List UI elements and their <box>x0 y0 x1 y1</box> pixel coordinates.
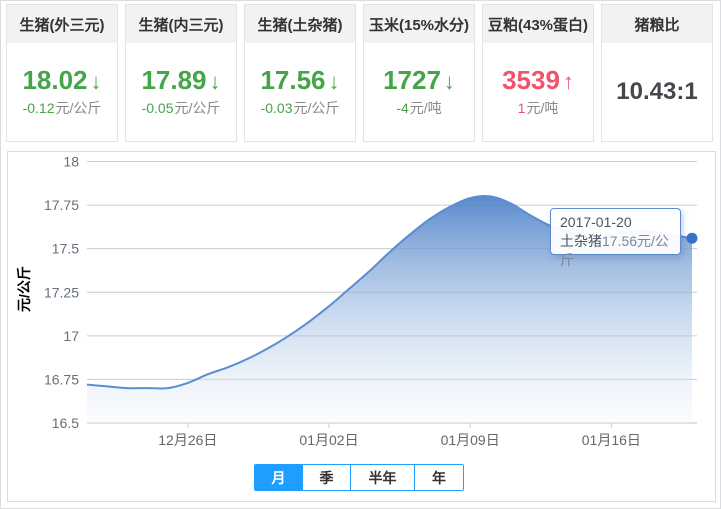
card-change: -0.03元/公斤 <box>261 98 340 118</box>
card-change-unit: 元/公斤 <box>175 100 221 116</box>
card-change-number: -0.12 <box>23 100 55 116</box>
x-tick-label: 01月16日 <box>582 432 641 448</box>
card-value-number: 18.02 <box>22 65 87 95</box>
x-tick-label: 01月09日 <box>441 432 500 448</box>
card-value-number: 17.89 <box>141 65 206 95</box>
card-change: -0.05元/公斤 <box>142 98 221 118</box>
card-change-number: 1 <box>518 100 526 116</box>
tab-month[interactable]: 月 <box>255 465 303 490</box>
y-tick-label: 17.75 <box>44 197 79 213</box>
period-tab-group: 月季半年年 <box>254 464 464 491</box>
card-title: 豆粕(43%蛋白) <box>483 5 593 43</box>
page: 生猪(外三元)18.02↓-0.12元/公斤生猪(内三元)17.89↓-0.05… <box>0 0 721 509</box>
tooltip-value-line: 土杂猪17.56元/公斤 <box>560 232 671 270</box>
card-body: 18.02↓ -0.12元/公斤 <box>7 43 117 141</box>
card-value: 17.89↓ <box>141 66 220 95</box>
card-value-number: 3539 <box>502 65 560 95</box>
x-tick-label: 01月02日 <box>299 432 358 448</box>
card-pig-grain-ratio[interactable]: 猪粮比 10.43:1 <box>601 4 713 142</box>
tab-quarter[interactable]: 季 <box>303 465 351 490</box>
card-change: -4元/吨 <box>396 98 441 118</box>
y-tick-label: 17.5 <box>52 241 79 257</box>
y-tick-label: 16.5 <box>52 415 79 431</box>
card-change: -0.12元/公斤 <box>23 98 102 118</box>
card-value: 1727↓ <box>383 66 455 95</box>
card-change-number: -4 <box>396 100 408 116</box>
card-corn[interactable]: 玉米(15%水分)1727↓-4元/吨 <box>363 4 475 142</box>
card-title: 猪粮比 <box>602 5 712 43</box>
y-tick-label: 17 <box>63 328 79 344</box>
card-body: 3539↑1元/吨 <box>483 43 593 141</box>
price-cards-row: 生猪(外三元)18.02↓-0.12元/公斤生猪(内三元)17.89↓-0.05… <box>6 4 717 142</box>
y-tick-label: 16.75 <box>44 371 79 387</box>
card-title: 生猪(内三元) <box>126 5 236 43</box>
card-value: 10.43:1 <box>616 79 697 105</box>
y-axis-title: 元/公斤 <box>14 292 34 312</box>
price-area-chart[interactable]: 16.5 16.75 17 17.25 17.5 17.75 18 12月26日 01月02日 0… <box>8 152 715 501</box>
tab-year[interactable]: 年 <box>415 465 463 490</box>
card-change-unit: 元/公斤 <box>56 100 102 116</box>
card-body: 17.56↓ -0.03元/公斤 <box>245 43 355 141</box>
card-title: 生猪(土杂猪) <box>245 5 355 43</box>
y-tick-label: 18 <box>63 154 79 170</box>
tooltip-date: 2017-01-20 <box>560 213 671 232</box>
data-point-dot[interactable] <box>687 233 698 244</box>
card-pig-tu-za-zhu[interactable]: 生猪(土杂猪) 17.56↓ -0.03元/公斤 <box>244 4 356 142</box>
card-body: 17.89↓ -0.05元/公斤 <box>126 43 236 141</box>
chart-tooltip: 2017-01-20 土杂猪17.56元/公斤 <box>550 208 681 255</box>
card-pig-wai-san-yuan[interactable]: 生猪(外三元) 18.02↓ -0.12元/公斤 <box>6 4 118 142</box>
chart-panel: 16.5 16.75 17 17.25 17.5 17.75 18 12月26日 01月02日 0… <box>7 151 716 502</box>
card-change-unit: 元/公斤 <box>294 100 340 116</box>
card-value-number: 10.43:1 <box>616 78 697 105</box>
card-value: 18.02↓ <box>22 66 101 95</box>
tab-half-year[interactable]: 半年 <box>351 465 415 490</box>
card-change-number: -0.03 <box>261 100 293 116</box>
arrow-down-icon: ↓ <box>210 69 221 94</box>
arrow-up-icon: ↑ <box>563 69 574 94</box>
card-value-number: 1727 <box>383 65 441 95</box>
card-pig-nei-san-yuan[interactable]: 生猪(内三元) 17.89↓ -0.05元/公斤 <box>125 4 237 142</box>
card-soybean-meal[interactable]: 豆粕(43%蛋白)3539↑1元/吨 <box>482 4 594 142</box>
card-body: 10.43:1 <box>602 43 712 141</box>
card-body: 1727↓-4元/吨 <box>364 43 474 141</box>
arrow-down-icon: ↓ <box>444 69 455 94</box>
card-change-number: -0.05 <box>142 100 174 116</box>
card-value: 3539↑ <box>502 66 574 95</box>
card-value-number: 17.56 <box>260 65 325 95</box>
card-title: 生猪(外三元) <box>7 5 117 43</box>
card-value: 17.56↓ <box>260 66 339 95</box>
y-tick-label: 17.25 <box>44 284 79 300</box>
arrow-down-icon: ↓ <box>329 69 340 94</box>
card-change-unit: 元/吨 <box>526 100 558 116</box>
card-change-unit: 元/吨 <box>410 100 442 116</box>
x-tick-label: 12月26日 <box>158 432 217 448</box>
tooltip-series-label: 土杂猪 <box>560 233 602 249</box>
card-change: 1元/吨 <box>518 98 559 118</box>
card-title: 玉米(15%水分) <box>364 5 474 43</box>
arrow-down-icon: ↓ <box>91 69 102 94</box>
